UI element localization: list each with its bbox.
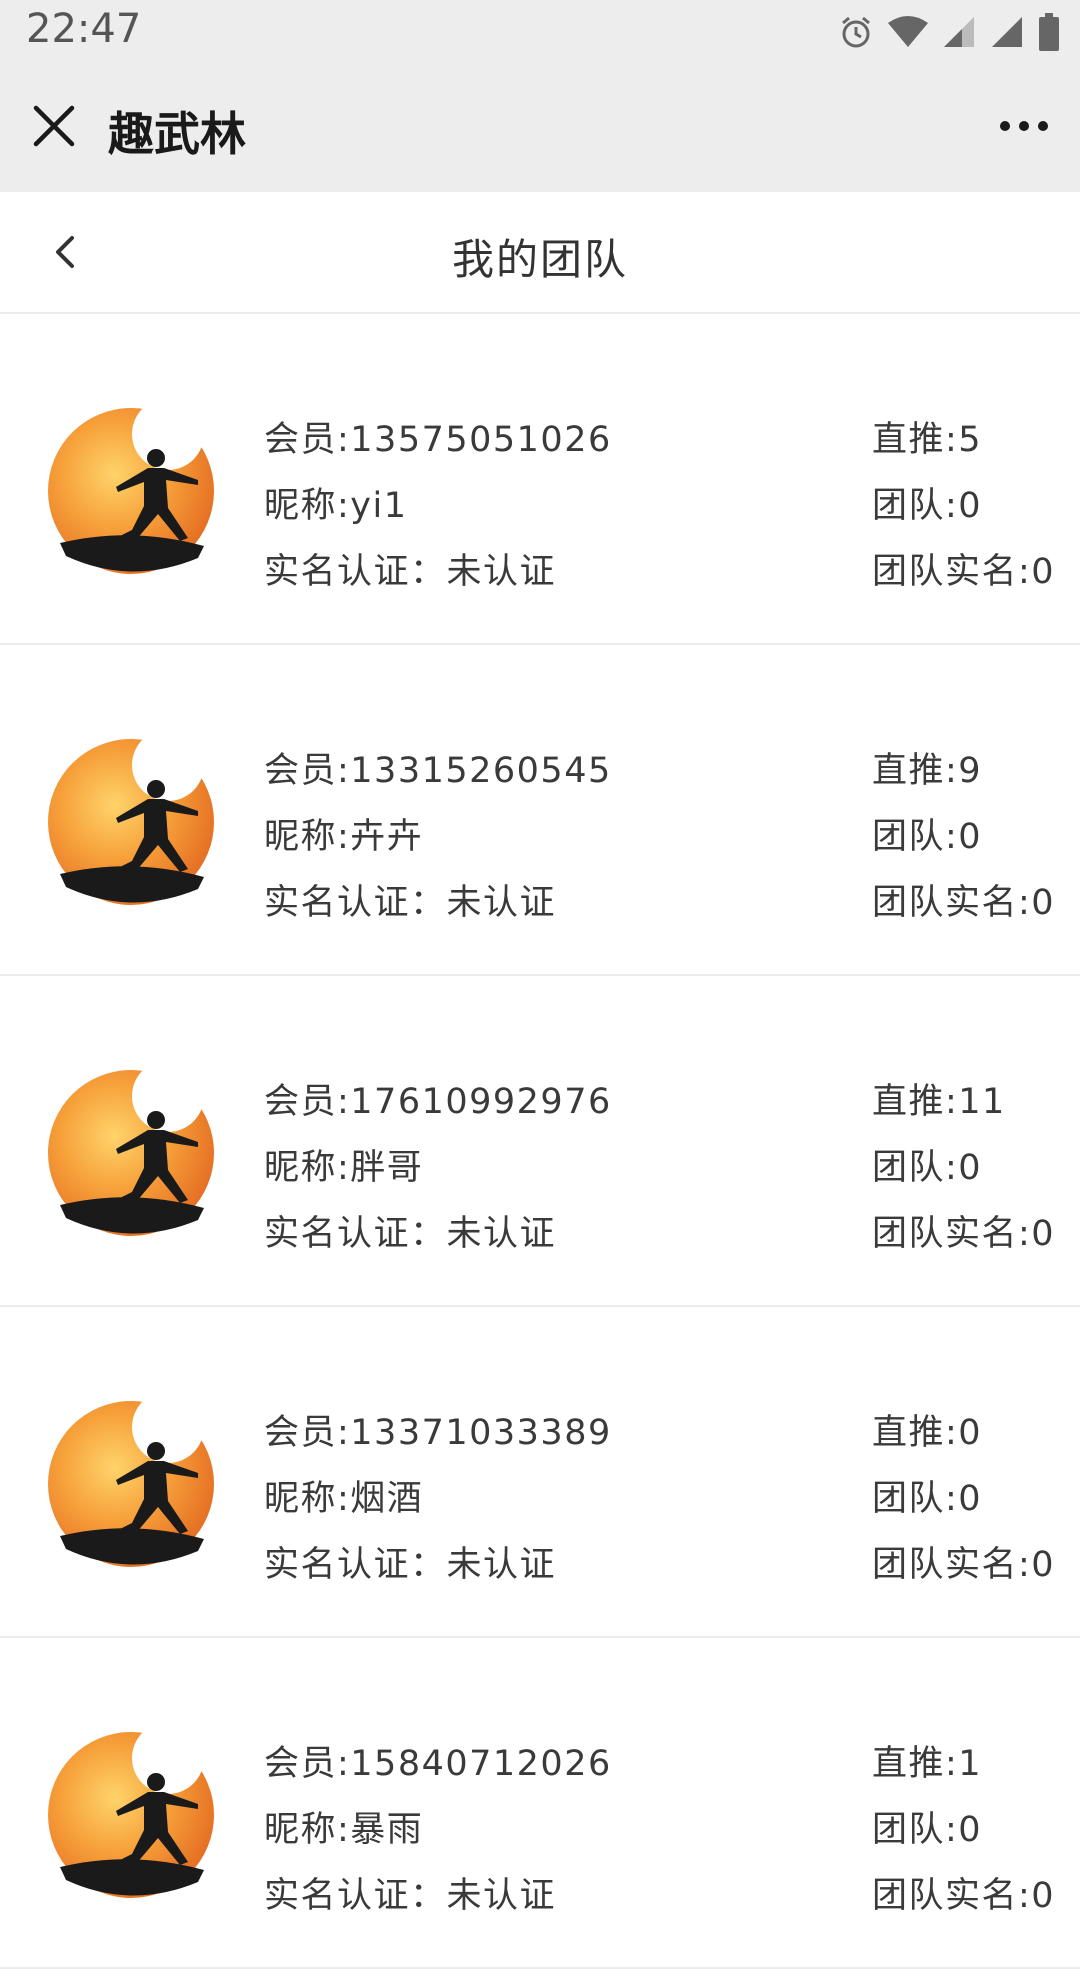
team-count: 团队:0 — [872, 1810, 983, 1850]
member-id: 会员:13315260545 — [264, 751, 612, 791]
more-icon — [1000, 121, 1010, 131]
team-count: 团队:0 — [872, 1148, 983, 1188]
member-id: 会员:17610992976 — [264, 1082, 612, 1122]
team-verified-count: 团队实名:0 — [872, 1214, 1056, 1254]
member-id: 会员:15840712026 — [264, 1744, 612, 1784]
more-button[interactable] — [992, 102, 1056, 150]
avatar — [48, 1401, 214, 1567]
close-button[interactable] — [28, 100, 80, 152]
page-title: 我的团队 — [451, 235, 628, 284]
member-id: 会员:13575051026 — [264, 420, 612, 460]
status-time: 22:47 — [26, 6, 142, 52]
team-verified-count: 团队实名:0 — [872, 1545, 1056, 1585]
member-list: 会员:13575051026 昵称:yi1 实名认证：未认证 直推:5 团队:0… — [0, 314, 1080, 1969]
verify-status: 实名认证：未认证 — [264, 1214, 557, 1254]
team-count: 团队:0 — [872, 1479, 983, 1519]
direct-count: 直推:9 — [872, 751, 983, 791]
team-count: 团队:0 — [872, 486, 983, 526]
avatar — [48, 739, 214, 905]
team-verified-count: 团队实名:0 — [872, 552, 1056, 592]
member-row[interactable]: 会员:13371033389 昵称:烟酒 实名认证：未认证 直推:0 团队:0 … — [0, 1307, 1080, 1638]
member-row[interactable]: 会员:15840712026 昵称:暴雨 实名认证：未认证 直推:1 团队:0 … — [0, 1638, 1080, 1969]
alarm-icon — [842, 16, 870, 48]
member-row[interactable]: 会员:13315260545 昵称:卉卉 实名认证：未认证 直推:9 团队:0 … — [0, 645, 1080, 976]
avatar — [48, 1070, 214, 1236]
direct-count: 直推:0 — [872, 1413, 983, 1453]
status-icons — [838, 12, 1060, 52]
team-count: 团队:0 — [872, 817, 983, 857]
verify-status: 实名认证：未认证 — [264, 1876, 557, 1916]
status-bar: 22:47 — [0, 0, 1080, 62]
member-row[interactable]: 会员:17610992976 昵称:胖哥 实名认证：未认证 直推:11 团队:0… — [0, 976, 1080, 1307]
close-icon — [33, 105, 75, 147]
member-nickname: 昵称:卉卉 — [264, 817, 424, 857]
direct-count: 直推:11 — [872, 1082, 1006, 1122]
wifi-icon — [888, 16, 928, 47]
team-verified-count: 团队实名:0 — [872, 883, 1056, 923]
member-nickname: 昵称:胖哥 — [264, 1148, 424, 1188]
member-id: 会员:13371033389 — [264, 1413, 612, 1453]
member-row[interactable]: 会员:13575051026 昵称:yi1 实名认证：未认证 直推:5 团队:0… — [0, 314, 1080, 645]
page-header: 我的团队 — [0, 192, 1080, 314]
member-nickname: 昵称:yi1 — [264, 486, 408, 526]
app-bar: 趣武林 — [0, 62, 1080, 192]
member-nickname: 昵称:暴雨 — [264, 1810, 424, 1850]
verify-status: 实名认证：未认证 — [264, 552, 557, 592]
direct-count: 直推:1 — [872, 1744, 983, 1784]
member-nickname: 昵称:烟酒 — [264, 1479, 424, 1519]
verify-status: 实名认证：未认证 — [264, 883, 557, 923]
team-verified-count: 团队实名:0 — [872, 1876, 1056, 1916]
verify-status: 实名认证：未认证 — [264, 1545, 557, 1585]
direct-count: 直推:5 — [872, 420, 983, 460]
battery-icon — [1039, 13, 1059, 51]
avatar — [48, 408, 214, 574]
signal-icon — [944, 17, 974, 47]
avatar — [48, 1732, 214, 1898]
signal-icon — [992, 17, 1022, 47]
app-title: 趣武林 — [108, 107, 246, 161]
